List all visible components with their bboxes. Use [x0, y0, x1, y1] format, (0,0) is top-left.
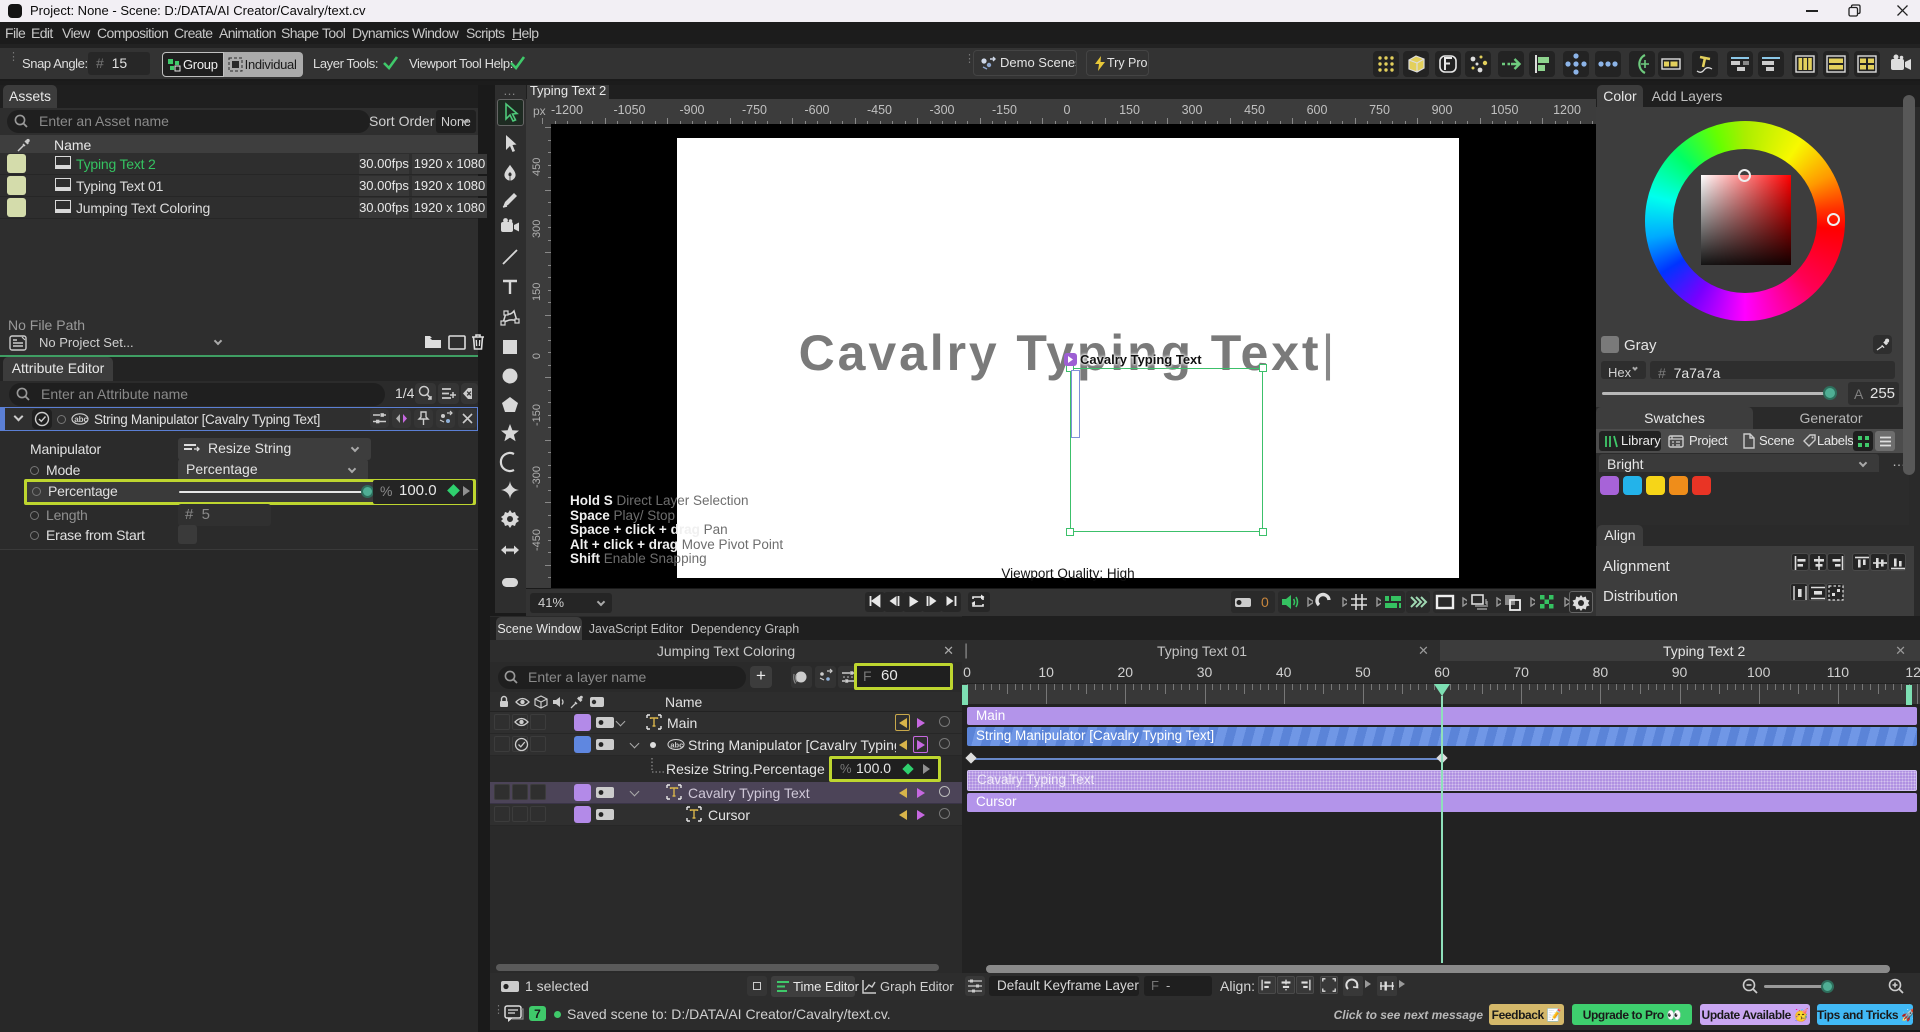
svg-text:abc: abc — [670, 740, 683, 749]
svg-text:abc: abc — [74, 415, 88, 424]
